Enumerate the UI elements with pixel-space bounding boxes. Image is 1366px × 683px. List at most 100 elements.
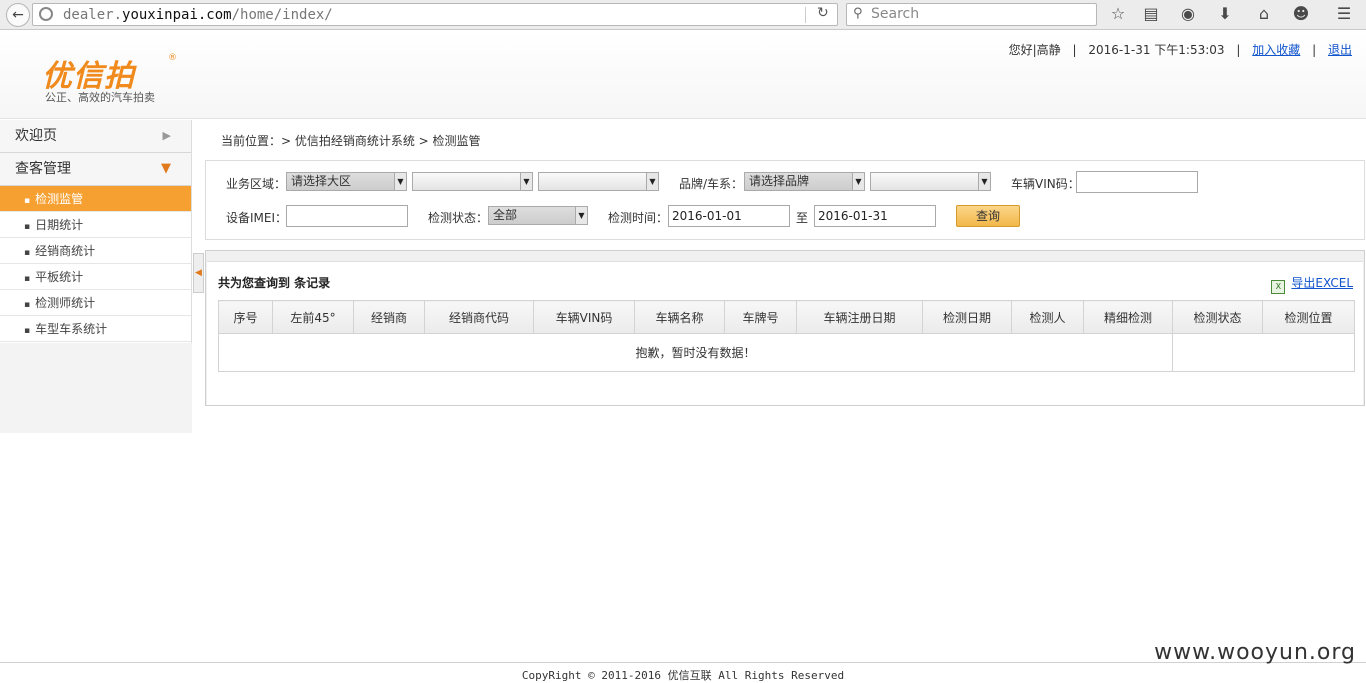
series-select[interactable]: ▼ xyxy=(870,172,991,191)
dropdown-arrow-icon: ▼ xyxy=(394,173,406,190)
date-from-input[interactable]: 2016-01-01 xyxy=(668,205,790,227)
status-label: 检测状态： xyxy=(428,211,489,225)
sidebar-item-inspector-stats[interactable]: ▪ 检测师统计 xyxy=(0,290,191,316)
menu-icon[interactable]: ☰ xyxy=(1334,4,1354,24)
dropdown-arrow-icon: ▼ xyxy=(520,173,532,190)
url-divider xyxy=(805,7,806,23)
city-select[interactable]: ▼ xyxy=(538,172,659,191)
sidebar-section-toggle[interactable]: 查客管理 ▼ xyxy=(0,153,191,186)
sidebar-welcome-label: 欢迎页 xyxy=(15,128,57,144)
greeting: 您好 xyxy=(1008,43,1033,57)
column-header[interactable]: 车辆注册日期 xyxy=(796,300,923,334)
column-header[interactable]: 检测人 xyxy=(1011,300,1084,334)
chevron-down-icon: ▼ xyxy=(161,161,171,176)
vin-label: 车辆VIN码： xyxy=(1011,177,1080,191)
chevron-right-icon: ▶ xyxy=(162,129,171,142)
column-header[interactable]: 检测日期 xyxy=(922,300,1012,334)
sidebar-item-label: 日期统计 xyxy=(35,218,84,232)
dropdown-arrow-icon: ▼ xyxy=(978,173,990,190)
column-header[interactable]: 经销商代码 xyxy=(424,300,534,334)
column-header[interactable]: 序号 xyxy=(218,300,273,334)
brand-select-value: 请选择品牌 xyxy=(749,174,810,188)
status-select[interactable]: 全部 ▼ xyxy=(488,206,588,225)
imei-label: 设备IMEI： xyxy=(226,211,288,225)
table-cell xyxy=(1172,333,1355,372)
url-text: dealer.youxinpai.com/home/index/ xyxy=(63,7,333,23)
divider: | xyxy=(1312,43,1317,57)
export-excel-label: 导出EXCEL xyxy=(1291,276,1353,290)
results-summary: 共为您查询到 条记录 xyxy=(218,276,331,290)
sidebar-item-dealer-stats[interactable]: ▪ 经销商统计 xyxy=(0,238,191,264)
table-row: 抱歉，暂时没有数据！ xyxy=(218,333,1355,372)
back-button[interactable]: ← xyxy=(6,3,30,27)
bullet-icon: ▪ xyxy=(24,222,31,232)
excel-icon: X xyxy=(1271,280,1286,294)
table-header-row: 序号 左前45° 经销商 经销商代码 车辆VIN码 车辆名称 车牌号 车辆注册日… xyxy=(218,300,1355,334)
breadcrumb: 当前位置：> 优信拍经销商统计系统 > 检测监管 xyxy=(221,134,481,148)
query-button[interactable]: 查询 xyxy=(956,205,1020,227)
reading-list-icon[interactable]: ▤ xyxy=(1141,4,1161,24)
download-icon[interactable]: ⬇ xyxy=(1215,4,1235,24)
date-range-separator: 至 xyxy=(796,211,809,225)
bullet-icon: ▪ xyxy=(24,326,31,336)
site-header: 优信拍 ® 公正、高效的汽车拍卖 您好|高静 | 2016-1-31 下午1:5… xyxy=(0,31,1366,119)
sidebar-item-tablet-stats[interactable]: ▪ 平板统计 xyxy=(0,264,191,290)
sidebar-item-label: 经销商统计 xyxy=(35,244,96,258)
collapse-sidebar-icon[interactable]: ◀ xyxy=(193,253,204,293)
dropdown-arrow-icon: ▼ xyxy=(646,173,658,190)
region-select-value: 请选择大区 xyxy=(291,174,352,188)
logo-slogan: 公正、高效的汽车拍卖 xyxy=(45,91,155,104)
region-select[interactable]: 请选择大区 ▼ xyxy=(286,172,407,191)
vin-input[interactable] xyxy=(1076,171,1198,193)
brand-select[interactable]: 请选择品牌 ▼ xyxy=(744,172,865,191)
results-content: 共为您查询到 条记录 X 导出EXCEL 序号 左前45° 经销商 经销商代码 车… xyxy=(207,261,1363,405)
logo-registered-mark: ® xyxy=(168,53,177,63)
province-select[interactable]: ▼ xyxy=(412,172,533,191)
export-excel-link[interactable]: X 导出EXCEL xyxy=(1271,274,1353,294)
url-bar[interactable]: dealer.youxinpai.com/home/index/ ↻ xyxy=(32,3,838,26)
divider: | xyxy=(1236,43,1241,57)
sidebar-item-label: 平板统计 xyxy=(35,270,84,284)
pocket-icon[interactable]: ◉ xyxy=(1178,4,1198,24)
watermark: www.wooyun.org xyxy=(1154,640,1356,665)
bullet-icon: ▪ xyxy=(24,300,31,310)
column-header[interactable]: 精细检测 xyxy=(1083,300,1173,334)
sidebar-item-label: 检测师统计 xyxy=(35,296,96,310)
bullet-icon: ▪ xyxy=(24,274,31,284)
sidebar-item-welcome[interactable]: 欢迎页 ▶ xyxy=(0,120,191,153)
datetime: 2016-1-31 下午1:53:03 xyxy=(1088,43,1225,57)
column-header[interactable]: 检测状态 xyxy=(1172,300,1263,334)
globe-icon xyxy=(39,7,53,21)
date-to-input[interactable]: 2016-01-31 xyxy=(814,205,936,227)
chat-icon[interactable]: ☻ xyxy=(1291,4,1311,24)
column-header[interactable]: 车牌号 xyxy=(724,300,797,334)
reload-icon[interactable]: ↻ xyxy=(817,5,829,21)
column-header[interactable]: 经销商 xyxy=(353,300,425,334)
filter-panel: 业务区域： 请选择大区 ▼ ▼ ▼ 品牌/车系： 请选择品牌 ▼ ▼ 车辆VIN… xyxy=(205,160,1365,240)
sidebar-item-label: 车型车系统计 xyxy=(35,322,108,336)
column-header[interactable]: 检测位置 xyxy=(1262,300,1355,334)
sidebar-item-date-stats[interactable]: ▪ 日期统计 xyxy=(0,212,191,238)
column-header[interactable]: 车辆名称 xyxy=(634,300,725,334)
sidebar-item-label: 检测监管 xyxy=(35,192,84,206)
logout-link[interactable]: 退出 xyxy=(1328,43,1352,57)
browser-toolbar: ← dealer.youxinpai.com/home/index/ ↻ ⚲ S… xyxy=(0,0,1366,30)
search-placeholder: Search xyxy=(871,6,920,22)
bullet-icon: ▪ xyxy=(24,196,31,206)
results-panel: 共为您查询到 条记录 X 导出EXCEL 序号 左前45° 经销商 经销商代码 车… xyxy=(205,250,1365,406)
home-icon[interactable]: ⌂ xyxy=(1254,4,1274,24)
imei-input[interactable] xyxy=(286,205,408,227)
add-favorite-link[interactable]: 加入收藏 xyxy=(1252,43,1300,57)
sidebar-item-inspection-supervision[interactable]: ▪ 检测监管 xyxy=(0,186,191,212)
column-header[interactable]: 左前45° xyxy=(272,300,354,334)
brand-label: 品牌/车系： xyxy=(679,177,744,191)
browser-search-input[interactable]: ⚲ Search xyxy=(846,3,1097,26)
empty-message: 抱歉，暂时没有数据！ xyxy=(218,333,1173,372)
status-select-value: 全部 xyxy=(493,208,518,222)
sidebar-item-model-stats[interactable]: ▪ 车型车系统计 xyxy=(0,316,191,342)
footer-copyright: CopyRight © 2011-2016 优信互联 All Rights Re… xyxy=(521,669,845,682)
sidebar-section-label: 查客管理 xyxy=(15,161,71,177)
divider: | xyxy=(1072,43,1077,57)
column-header[interactable]: 车辆VIN码 xyxy=(533,300,635,334)
bookmark-star-icon[interactable]: ☆ xyxy=(1108,4,1128,24)
